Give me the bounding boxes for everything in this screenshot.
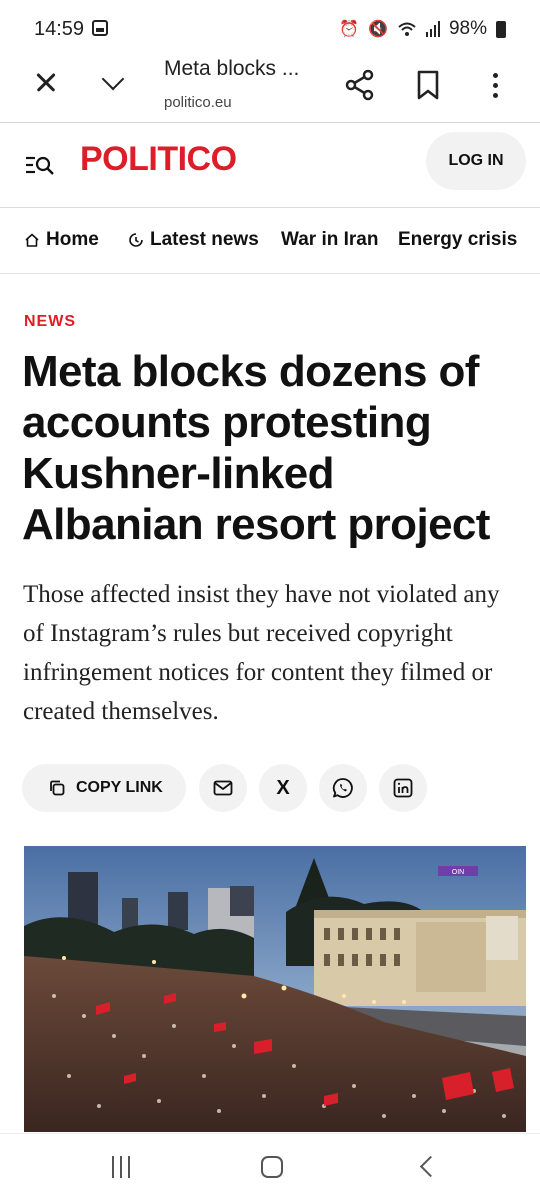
clock-icon	[129, 233, 143, 247]
article-dek: Those affected insist they have not viol…	[23, 581, 500, 725]
more-vert-icon[interactable]	[478, 67, 514, 103]
recent-apps-icon[interactable]	[110, 1156, 134, 1178]
site-header: POLITICO LOG IN	[0, 124, 540, 208]
nav-item-label: Latest news	[150, 229, 259, 250]
rooftop-sign: OIN	[452, 869, 464, 876]
politico-logo[interactable]: POLITICO	[80, 140, 237, 179]
nav-item-label: War in Iran	[281, 229, 379, 250]
status-time: 14:59	[34, 18, 85, 40]
share-icon[interactable]	[342, 67, 378, 103]
whatsapp-icon	[332, 778, 353, 798]
image-icon	[92, 20, 108, 36]
linkedin-share-button[interactable]	[379, 764, 427, 812]
close-icon[interactable]	[28, 65, 64, 101]
article-kicker[interactable]: NEWS	[24, 313, 76, 331]
nav-item-label: Energy crisis	[398, 229, 518, 250]
email-share-button[interactable]	[199, 764, 247, 812]
x-share-button[interactable]: X	[259, 764, 307, 812]
battery-level: 98%	[448, 18, 487, 39]
nav-item-energy-crisis[interactable]: Energy crisis	[398, 229, 517, 251]
section-nav: Home Latest news War in Iran Energy cris…	[0, 208, 540, 274]
wifi-icon	[398, 22, 416, 36]
status-icons: ⏰ 🔇 98%	[339, 18, 506, 40]
nav-item-war-in-iran[interactable]: War in Iran	[281, 229, 378, 251]
copy-icon	[50, 780, 65, 796]
alarm-icon: ⏰	[339, 21, 360, 38]
copy-link-button[interactable]: COPY LINK	[22, 764, 186, 812]
linkedin-icon	[393, 778, 413, 798]
home-icon	[25, 233, 39, 247]
back-icon[interactable]	[418, 1157, 436, 1175]
menu-search-icon[interactable]	[24, 152, 56, 180]
page-title[interactable]: Meta blocks ...	[164, 57, 324, 81]
nav-item-home[interactable]: Home	[24, 229, 99, 251]
browser-toolbar: Meta blocks ... politico.eu	[0, 45, 540, 123]
mute-icon: 🔇	[368, 21, 388, 38]
battery-icon	[496, 20, 506, 38]
copy-link-label: COPY LINK	[76, 779, 163, 796]
bookmark-icon[interactable]	[410, 67, 446, 103]
signal-icon	[425, 21, 440, 37]
nav-item-latest-news[interactable]: Latest news	[128, 229, 259, 251]
article-headline: Meta blocks dozens of accounts protestin…	[22, 347, 490, 549]
whatsapp-share-button[interactable]	[319, 764, 367, 812]
home-button-icon[interactable]	[261, 1156, 283, 1178]
page-url[interactable]: politico.eu	[164, 94, 232, 111]
nav-item-label: Home	[46, 229, 99, 250]
system-navigation-bar	[0, 1133, 540, 1200]
chevron-down-icon[interactable]	[96, 63, 132, 99]
x-icon: X	[276, 776, 290, 799]
email-icon	[213, 780, 233, 796]
login-button[interactable]: LOG IN	[426, 132, 526, 190]
article-photo[interactable]: OIN	[24, 846, 526, 1132]
